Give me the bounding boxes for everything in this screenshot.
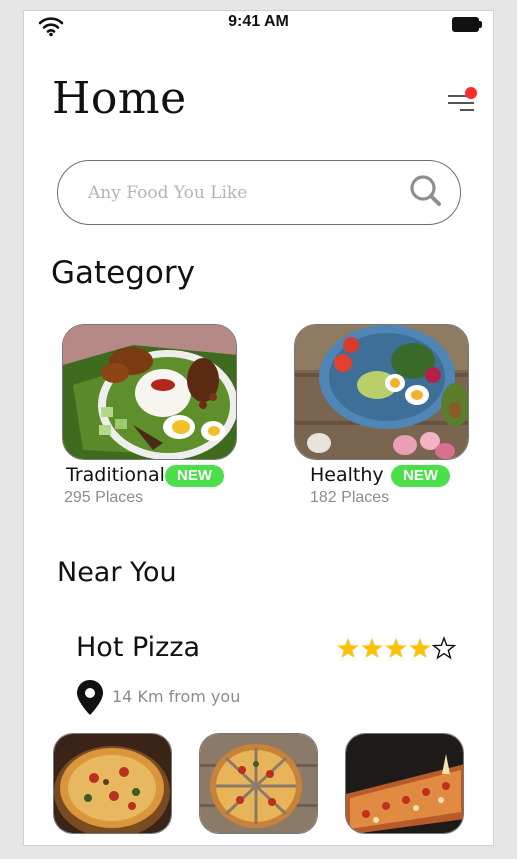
- category-card-healthy[interactable]: Healthy NEW 182 Places: [294, 324, 470, 514]
- new-badge: NEW: [165, 465, 224, 487]
- pizza-photo-1[interactable]: [53, 733, 172, 834]
- menu-icon-line: [460, 109, 474, 111]
- menu-button[interactable]: [442, 85, 482, 117]
- near-you-heading: Near You: [57, 557, 177, 588]
- page-title: Home: [52, 73, 187, 124]
- category-places: 295 Places: [64, 489, 144, 506]
- star-empty-icon: [431, 636, 456, 660]
- distance-text: 14 Km from you: [112, 687, 241, 706]
- rating-stars: [337, 636, 456, 660]
- place-name[interactable]: Hot Pizza: [76, 632, 200, 663]
- healthy-food-image: [294, 324, 469, 460]
- pizza-photo-2[interactable]: [199, 733, 318, 834]
- star-filled-icon: [337, 638, 359, 658]
- category-card-traditional[interactable]: Traditional NEW 295 Places: [62, 324, 238, 514]
- category-name: Traditional: [66, 464, 165, 486]
- star-filled-icon: [385, 638, 407, 658]
- new-badge: NEW: [391, 465, 450, 487]
- category-heading: Gategory: [51, 255, 195, 291]
- status-time: 9:41 AM: [228, 13, 289, 30]
- notification-dot: [465, 87, 477, 99]
- star-filled-icon: [409, 638, 431, 658]
- pizza-photo-3[interactable]: [345, 733, 464, 834]
- menu-icon-line: [448, 102, 474, 104]
- category-name: Healthy: [310, 464, 384, 486]
- location-pin-icon: [77, 680, 103, 715]
- star-filled-icon: [361, 638, 383, 658]
- search-input[interactable]: [88, 179, 398, 207]
- search-icon[interactable]: [408, 173, 444, 209]
- search-bar: [57, 160, 461, 225]
- traditional-food-image: [62, 324, 237, 460]
- phone-screen: 9:41 AM Home Gategory: [23, 10, 494, 846]
- battery-icon: [452, 17, 482, 32]
- status-bar: 9:41 AM: [24, 11, 493, 39]
- category-places: 182 Places: [310, 489, 390, 506]
